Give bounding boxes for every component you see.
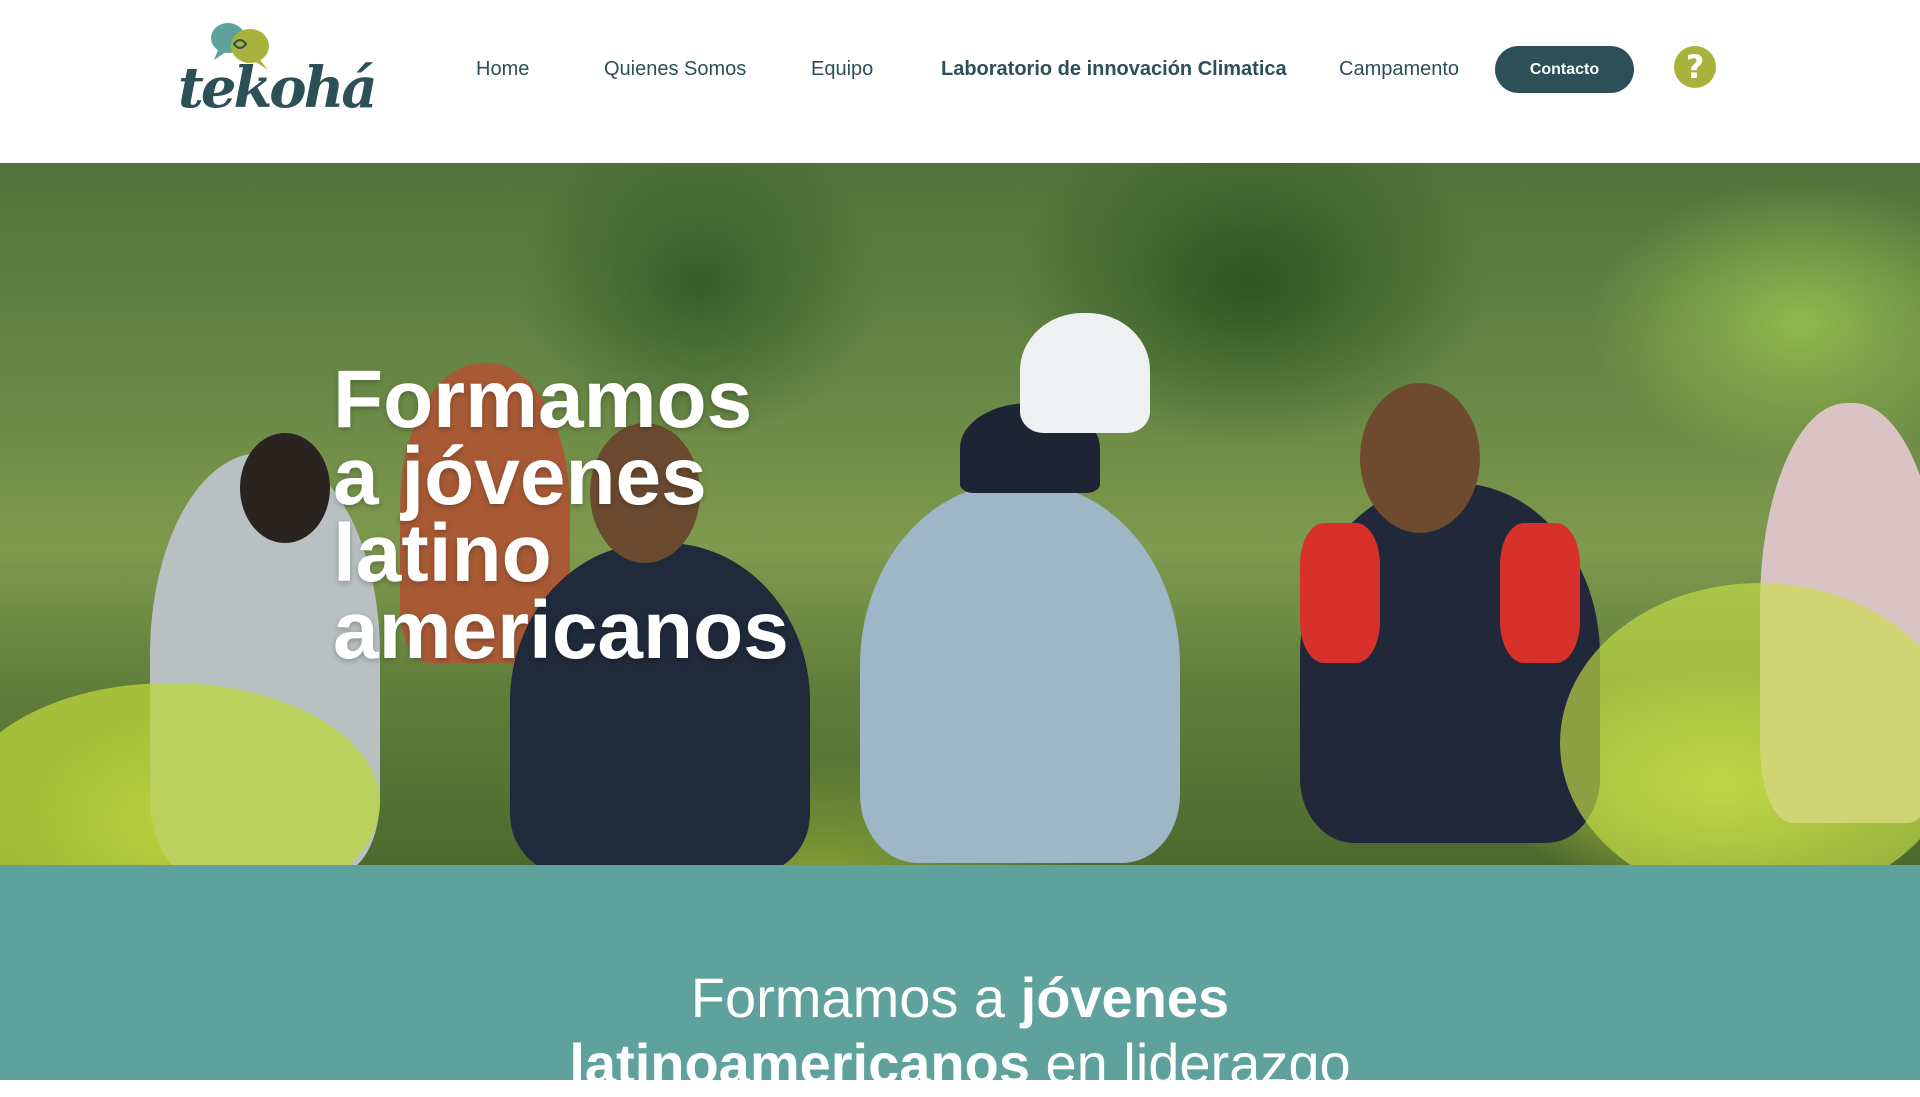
hero-title-line: americanos bbox=[333, 585, 789, 676]
logo-wordmark: tekohá bbox=[178, 55, 378, 121]
intro-text-bold: latinoamericanos bbox=[569, 1032, 1030, 1095]
person-figure bbox=[860, 483, 1180, 863]
hero-title: Formamos a jóvenes latino americanos bbox=[333, 354, 893, 676]
intro-text-regular: en liderazgo bbox=[1029, 1032, 1351, 1095]
hero-title-line: latino bbox=[333, 508, 552, 599]
hero-title-line: Formamos bbox=[333, 354, 753, 445]
person-figure bbox=[1360, 383, 1480, 533]
person-figure bbox=[1500, 523, 1580, 663]
nav-home[interactable]: Home bbox=[476, 57, 529, 81]
intro-text-regular: Formamos a bbox=[690, 966, 1021, 1029]
contact-button[interactable]: Contacto bbox=[1495, 46, 1634, 93]
intro-heading: Formamos a jóvenes latinoamericanos en l… bbox=[0, 965, 1920, 1097]
foreground-foliage bbox=[1560, 583, 1920, 865]
hero-title-line: a jóvenes bbox=[333, 431, 707, 522]
nav-equipo[interactable]: Equipo bbox=[811, 57, 873, 81]
question-mark-icon[interactable]: ? bbox=[1674, 46, 1716, 88]
tekoha-logo[interactable]: tekohá bbox=[178, 16, 378, 122]
nav-quienes-somos[interactable]: Quienes Somos bbox=[604, 57, 746, 81]
person-figure bbox=[1020, 313, 1150, 433]
intro-section: Formamos a jóvenes latinoamericanos en l… bbox=[0, 865, 1920, 1095]
hero-banner: Formamos a jóvenes latino americanos bbox=[0, 163, 1920, 865]
person-figure bbox=[240, 433, 330, 543]
nav-campamento[interactable]: Campamento bbox=[1339, 57, 1459, 81]
person-figure bbox=[1300, 523, 1380, 663]
intro-text-bold: jóvenes bbox=[1020, 966, 1230, 1029]
site-header: tekohá Home Quienes Somos Equipo Laborat… bbox=[0, 0, 1920, 163]
nav-laboratorio[interactable]: Laboratorio de innovación Climatica bbox=[941, 57, 1287, 81]
